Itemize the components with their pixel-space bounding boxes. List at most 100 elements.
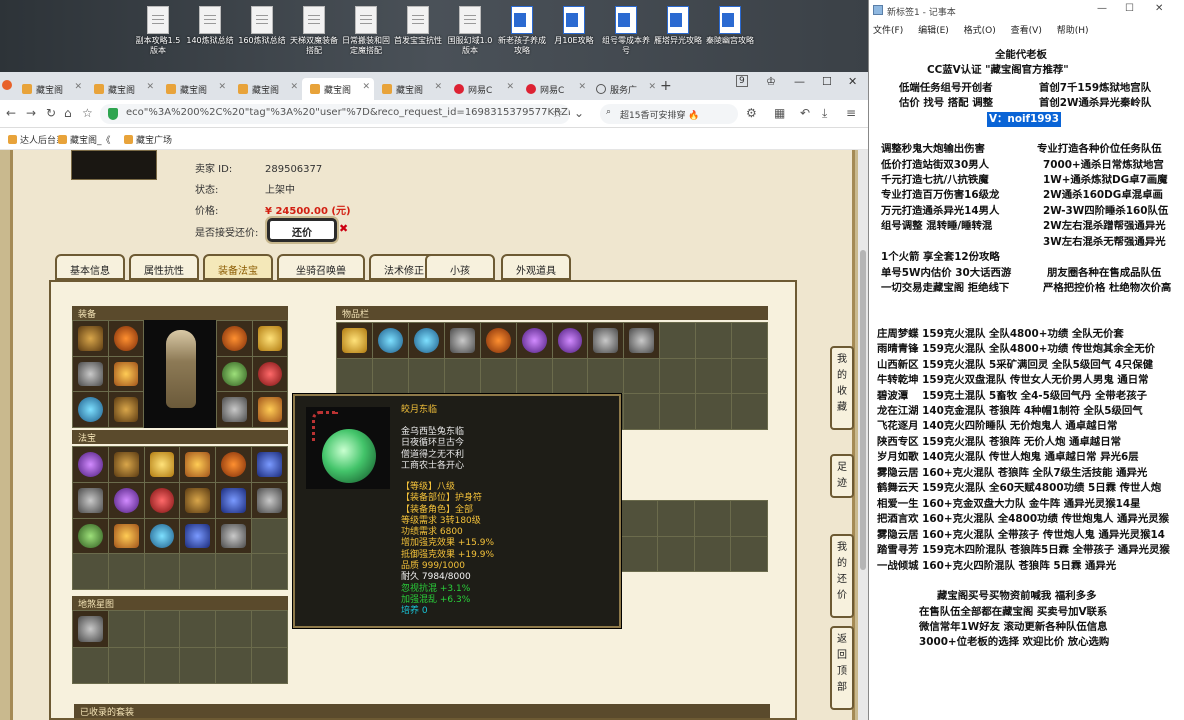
inventory-slot[interactable] <box>444 323 480 358</box>
menu-edit[interactable]: 编辑(E) <box>918 26 949 36</box>
close-icon[interactable]: ✕ <box>218 82 226 92</box>
fabao-slot[interactable] <box>180 518 216 554</box>
close-icon[interactable]: ✕ <box>290 82 298 92</box>
fabao-slot[interactable] <box>108 518 144 554</box>
home-icon[interactable]: ⌂ <box>64 106 72 120</box>
equipment-slot[interactable] <box>73 356 108 392</box>
desktop-file-icon[interactable]: 雁塔异光攻略 <box>652 6 704 46</box>
tab-attributes[interactable]: 属性抗性 <box>129 254 199 280</box>
equipment-slot[interactable] <box>108 356 143 392</box>
equipment-slot[interactable] <box>108 392 143 427</box>
fabao-slot[interactable] <box>144 482 180 518</box>
menu-file[interactable]: 文件(F) <box>873 26 903 36</box>
desktop-file-icon[interactable]: 组号零成本养号 <box>600 6 652 56</box>
close-window-icon[interactable]: ✕ <box>1155 3 1163 14</box>
star-bookmark-icon[interactable]: ☆ <box>82 106 93 120</box>
history-button[interactable]: 足迹 <box>830 454 854 498</box>
bargain-button[interactable]: 还价 <box>267 218 337 242</box>
grid-icon[interactable]: ▦ <box>774 106 785 120</box>
close-icon[interactable]: ✕ <box>74 82 82 92</box>
scrollbar-thumb[interactable] <box>860 250 866 570</box>
minimize-icon[interactable]: — <box>1097 3 1107 14</box>
fabao-slot[interactable] <box>144 447 180 482</box>
tab-appearance[interactable]: 外观道具 <box>501 254 571 280</box>
desktop-file-icon[interactable]: 首发宝宝抗性 <box>392 6 444 46</box>
bookmark-item[interactable]: 藏宝广场 <box>124 133 172 146</box>
equipment-slot[interactable] <box>217 321 252 356</box>
fabao-slot[interactable] <box>108 482 144 518</box>
desktop-file-icon[interactable]: 副本攻略1.5版本 <box>132 6 184 56</box>
url-input[interactable]: eco"%3A%200%2C%20"tag"%3A%20"user"%7D&re… <box>100 104 570 124</box>
desktop-file-icon[interactable]: 月10E攻略 <box>548 6 600 46</box>
menu-view[interactable]: 查看(V) <box>1011 26 1042 36</box>
fabao-slot[interactable] <box>216 518 252 554</box>
close-window-icon[interactable]: ✕ <box>848 75 857 88</box>
page-scrollbar[interactable] <box>858 150 868 720</box>
browser-tab[interactable]: 藏宝阁 ✕ <box>14 78 86 100</box>
bookmark-item[interactable]: 藏宝阁_《 <box>58 133 111 146</box>
inventory-slot[interactable] <box>337 323 372 358</box>
fabao-slot[interactable] <box>216 447 252 482</box>
forward-arrow-icon[interactable]: → <box>26 106 36 120</box>
equipment-slot[interactable] <box>252 321 287 356</box>
my-favorites-button[interactable]: 我的收藏 <box>830 346 854 430</box>
equipment-slot[interactable] <box>252 356 287 392</box>
extension-icon[interactable]: ⚙ <box>746 106 757 120</box>
desktop-file-icon[interactable]: 日常搬装和固定魔搭配 <box>340 6 392 56</box>
menu-format[interactable]: 格式(O) <box>964 26 996 36</box>
equipment-slot[interactable] <box>73 321 108 356</box>
refresh-icon[interactable]: ↻ <box>46 106 56 120</box>
equipment-slot[interactable] <box>108 321 143 356</box>
desktop-file-icon[interactable]: 国服幻域1.0版本 <box>444 6 496 56</box>
fabao-slot[interactable] <box>216 482 252 518</box>
desktop-file-icon[interactable]: 140炼狱总结 <box>184 6 236 46</box>
inventory-slot[interactable] <box>552 323 588 358</box>
close-icon[interactable]: ✕ <box>362 82 370 92</box>
notepad-text-area[interactable]: 全能代老板 CC蓝V认证 "藏宝阁官方推荐" 低端任务组号开创者 首创7千159炼狱地… <box>869 38 1184 720</box>
menu-icon[interactable]: ≡ <box>846 106 856 120</box>
tab-basic-info[interactable]: 基本信息 <box>55 254 125 280</box>
browser-tab[interactable]: 藏宝阁 ✕ <box>158 78 230 100</box>
tab-child[interactable]: 小孩 <box>425 254 495 280</box>
tab-count-badge[interactable]: 9 <box>736 75 748 87</box>
inventory-slot[interactable] <box>516 323 552 358</box>
bookmark-item[interactable]: 达人后台系 <box>8 133 65 146</box>
tab-equipment[interactable]: 装备法宝 <box>203 254 273 280</box>
maximize-icon[interactable]: ☐ <box>1125 3 1134 14</box>
new-tab-button[interactable]: + <box>660 78 672 94</box>
desktop-file-icon[interactable]: 天梯双魔装备搭配 <box>288 6 340 56</box>
inventory-slot[interactable] <box>480 323 516 358</box>
close-icon[interactable]: ✕ <box>434 82 442 92</box>
back-arrow-icon[interactable]: ← <box>6 106 16 120</box>
fabao-slot[interactable] <box>252 447 287 482</box>
equipment-slot[interactable] <box>217 392 252 427</box>
star-icon[interactable]: ☆ <box>552 106 563 120</box>
inventory-slot[interactable] <box>372 323 408 358</box>
close-icon[interactable]: ✕ <box>146 82 154 92</box>
starmap-slot[interactable] <box>73 611 108 647</box>
chevron-down-icon[interactable]: ⌄ <box>574 106 584 120</box>
close-icon[interactable]: ✕ <box>578 82 586 92</box>
browser-tab[interactable]: 服务广 ✕ <box>588 78 660 100</box>
fabao-slot[interactable] <box>180 482 216 518</box>
desktop-file-icon[interactable]: 新老孩子养成攻略 <box>496 6 548 56</box>
fabao-slot[interactable] <box>73 447 108 482</box>
menu-help[interactable]: 帮助(H) <box>1057 26 1089 36</box>
close-icon[interactable]: ✕ <box>506 82 514 92</box>
browser-tab[interactable]: 藏宝阁 ✕ <box>230 78 302 100</box>
fabao-slot[interactable] <box>144 518 180 554</box>
desktop-file-icon[interactable]: 秦陵幽宫攻略 <box>704 6 756 46</box>
undo-icon[interactable]: ↶ <box>800 106 810 120</box>
equipment-slot[interactable] <box>217 356 252 392</box>
inventory-slot[interactable] <box>624 323 660 358</box>
browser-tab[interactable]: 藏宝阁 ✕ <box>374 78 446 100</box>
equipment-slot[interactable] <box>252 392 287 427</box>
fabao-slot[interactable] <box>180 447 216 482</box>
equipment-slot[interactable] <box>73 392 108 427</box>
fabao-slot[interactable] <box>73 482 108 518</box>
inventory-slot[interactable] <box>408 323 444 358</box>
browser-tab[interactable]: 网易C ✕ <box>446 78 518 100</box>
my-bargains-button[interactable]: 我的还价 <box>830 534 854 618</box>
download-icon[interactable]: ⤓ <box>822 106 827 121</box>
maximize-icon[interactable]: ☐ <box>822 75 832 88</box>
